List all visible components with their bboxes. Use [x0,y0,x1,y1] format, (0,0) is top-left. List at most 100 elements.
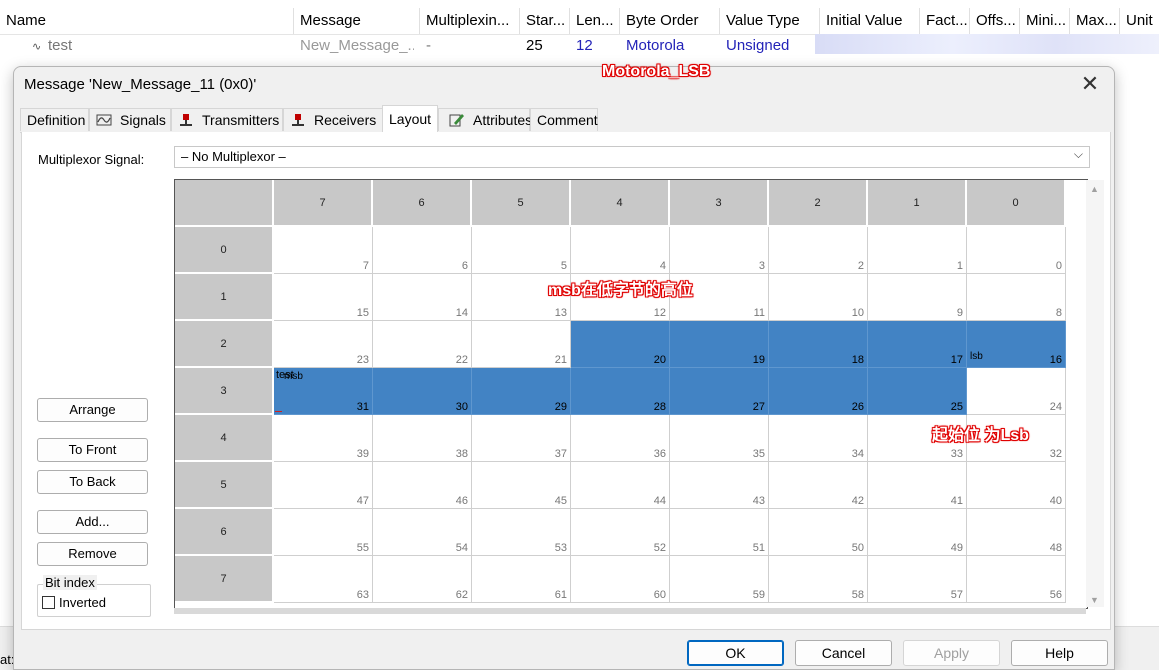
inverted-checkbox[interactable] [42,596,55,609]
scroll-down-icon[interactable]: ▼ [1090,595,1099,605]
node-pin-icon [290,111,306,126]
bit-cell[interactable]: 19 [670,321,769,368]
add-button[interactable]: Add... [37,510,148,534]
bit-cell[interactable]: 4 [571,227,670,274]
bit-cell[interactable]: 2 [769,227,868,274]
bit-cell[interactable]: 7 [274,227,373,274]
bit-cell[interactable]: 45 [472,462,571,509]
bit-cell[interactable]: 10 [769,274,868,321]
bit-cell[interactable]: 34 [769,415,868,462]
close-icon[interactable]: ✕ [1078,73,1102,97]
bit-cell[interactable]: 17 [868,321,967,368]
bit-cell[interactable]: 53 [472,509,571,556]
arrange-button[interactable]: Arrange [37,398,148,422]
bit-cell[interactable]: 52 [571,509,670,556]
bit-cell[interactable]: 46 [373,462,472,509]
apply-button[interactable]: Apply [903,640,1000,666]
column-header-message[interactable]: Message [294,8,420,34]
bit-cell[interactable]: 16 lsb [967,321,1066,368]
tab-layout[interactable]: Layout [382,105,438,133]
bit-cell[interactable]: 57 [868,556,967,603]
bit-cell[interactable]: 24 [967,368,1066,415]
bit-cell[interactable]: 29 [472,368,571,415]
bit-cell[interactable]: 35 [670,415,769,462]
bit-cell[interactable]: 58 [769,556,868,603]
bit-cell[interactable]: 39 [274,415,373,462]
vertical-scrollbar[interactable]: ▲ ▼ [1086,180,1104,607]
to-front-button[interactable]: To Front [37,438,148,462]
bit-cell[interactable]: 55 [274,509,373,556]
bit-number: 26 [851,401,864,413]
column-header-initial-value[interactable]: Initial Value [820,8,920,34]
bit-cell[interactable]: 15 [274,274,373,321]
bit-cell[interactable]: 42 [769,462,868,509]
column-header-minimum[interactable]: Mini... [1020,8,1070,34]
signal-name-cell[interactable]: ∿ test [26,34,86,58]
column-header-maximum[interactable]: Max... [1070,8,1120,34]
bit-cell[interactable]: 62 [373,556,472,603]
help-button[interactable]: Help [1011,640,1108,666]
bit-cell[interactable]: 1 [868,227,967,274]
bit-cell[interactable]: 51 [670,509,769,556]
tab-signals[interactable]: Signals [89,108,171,131]
bit-cell[interactable]: 61 [472,556,571,603]
bit-cell[interactable]: 60 [571,556,670,603]
tab-attributes[interactable]: Attributes [438,108,532,131]
bit-cell[interactable]: 21 [472,321,571,368]
column-header-byte-order[interactable]: Byte Order [620,8,720,34]
column-header-value-type[interactable]: Value Type [720,8,820,34]
column-header-startbit[interactable]: Star... [520,8,570,34]
bit-cell[interactable]: 26 [769,368,868,415]
bit-cell[interactable]: 44 [571,462,670,509]
bit-cell[interactable]: 41 [868,462,967,509]
bit-cell[interactable]: 49 [868,509,967,556]
bit-cell[interactable]: 37 [472,415,571,462]
column-header-offset[interactable]: Offs... [970,8,1020,34]
tab-receivers[interactable]: Receivers [283,108,383,131]
bit-cell[interactable]: 23 [274,321,373,368]
bit-cell[interactable]: 28 [571,368,670,415]
bit-cell[interactable]: 30 [373,368,472,415]
tab-transmitters[interactable]: Transmitters [171,108,283,131]
bit-cell[interactable]: 38 [373,415,472,462]
bit-cell[interactable]: 63 [274,556,373,603]
ok-button[interactable]: OK [687,640,784,666]
column-header-multiplexing[interactable]: Multiplexin... [420,8,520,34]
bit-cell[interactable]: 54 [373,509,472,556]
bit-cell[interactable]: 18 [769,321,868,368]
bit-cell[interactable]: 6 [373,227,472,274]
bit-cell[interactable]: 9 [868,274,967,321]
bit-cell[interactable]: 0 [967,227,1066,274]
column-header-name[interactable]: Name [0,8,294,34]
tab-comment[interactable]: Comment [530,108,598,131]
multiplexor-select[interactable]: – No Multiplexor – ⌵ [174,146,1090,168]
bit-number: 22 [455,354,468,366]
bit-cell[interactable]: 3 [670,227,769,274]
bit-cell[interactable]: 27 [670,368,769,415]
bit-cell[interactable]: 8 [967,274,1066,321]
bit-cell[interactable]: 59 [670,556,769,603]
bit-cell[interactable]: 48 [967,509,1066,556]
bit-cell[interactable]: 5 [472,227,571,274]
column-header-factor[interactable]: Fact... [920,8,970,34]
remove-button[interactable]: Remove [37,542,148,566]
bit-cell[interactable]: 47 [274,462,373,509]
tab-definition[interactable]: Definition [20,108,89,131]
bit-cell[interactable]: 40 [967,462,1066,509]
cancel-button[interactable]: Cancel [795,640,892,666]
bit-cell[interactable]: 14 [373,274,472,321]
bit-cell[interactable]: 50 [769,509,868,556]
bit-layout-grid[interactable]: 7 6 5 4 3 2 1 0 0 7 6 5 4 3 2 1 0 1 15 14 13 12 11 10 9 8 2 23 22 21 2… [174,179,1088,609]
bit-cell[interactable]: 36 [571,415,670,462]
scroll-up-icon[interactable]: ▲ [1090,184,1099,194]
bit-cell[interactable]: 20 [571,321,670,368]
bit-number: 60 [653,589,666,601]
bit-cell[interactable]: 22 [373,321,472,368]
to-back-button[interactable]: To Back [37,470,148,494]
horizontal-scrollbar[interactable] [174,608,1086,614]
bit-cell[interactable]: 56 [967,556,1066,603]
bit-cell[interactable]: 25 [868,368,967,415]
column-header-length[interactable]: Len... [570,8,620,34]
bit-cell[interactable]: 43 [670,462,769,509]
column-header-unit[interactable]: Unit [1120,8,1159,34]
